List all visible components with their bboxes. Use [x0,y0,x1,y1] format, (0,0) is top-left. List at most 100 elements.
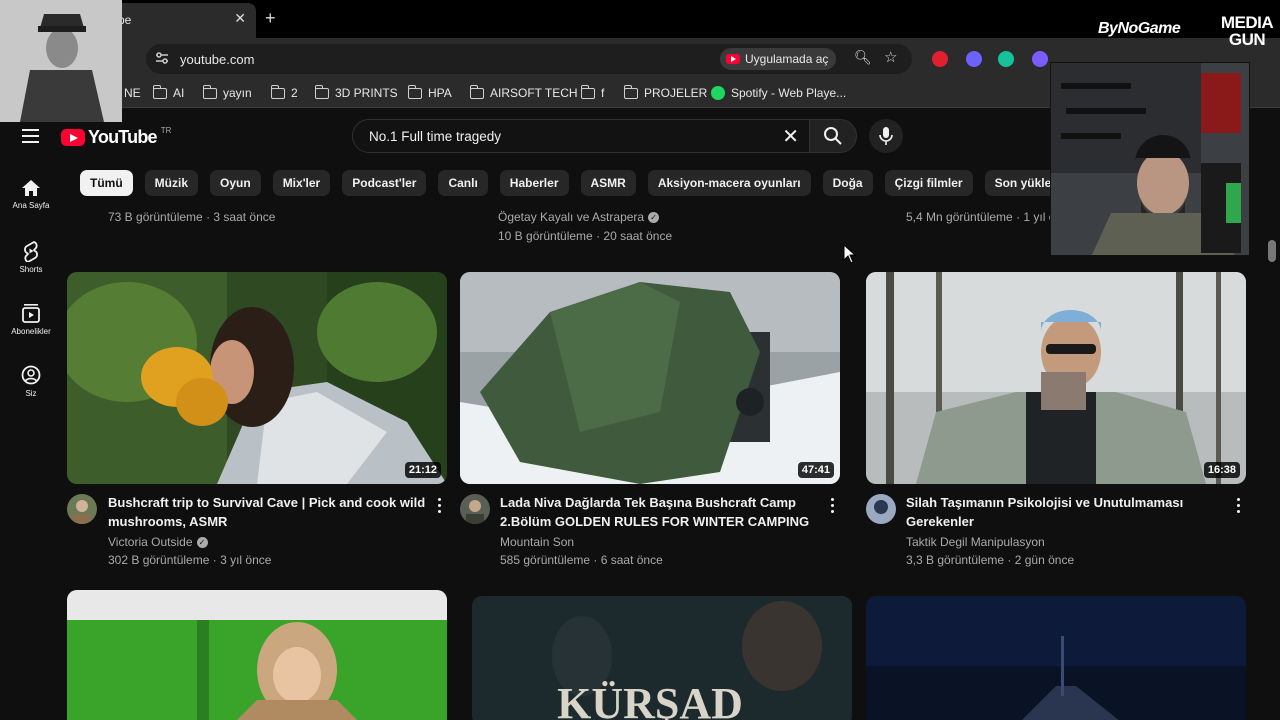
video-thumbnail[interactable]: 16:38 [866,272,1246,484]
bookmark-item[interactable]: NE [124,86,141,100]
brand-logo-bynogame: ByNoGame [1098,20,1181,37]
sidebar-item-you[interactable]: Siz [0,364,62,398]
clear-search-icon[interactable]: ✕ [782,124,799,149]
channel-avatar[interactable] [67,494,97,524]
video-duration: 47:41 [797,462,834,478]
folder-icon [469,84,484,99]
chip-gaming[interactable]: Oyun [210,170,261,196]
channel-avatar[interactable] [866,494,896,524]
folder-icon [152,84,167,99]
bookmark-star-icon[interactable]: ☆ [884,48,897,66]
chip-music[interactable]: Müzik [144,170,199,196]
chip-asmr[interactable]: ASMR [580,170,636,196]
zoom-icon[interactable]: 🔍︎ [854,49,872,66]
bookmark-folder[interactable]: HPA [407,84,452,100]
address-bar[interactable]: youtube.com Uygulamada aç 🔍︎ ☆ [146,44,912,74]
voice-search-button[interactable] [869,119,903,153]
youtube-logo[interactable]: YouTube TR [61,126,172,148]
sidebar-item-shorts[interactable]: Shorts [0,240,62,274]
channel-name[interactable]: Mountain Son [500,535,574,549]
folder-icon [580,84,595,99]
sidebar-label: Siz [25,389,37,398]
channel-name[interactable]: Victoria Outside ✓ [108,535,208,549]
verified-icon: ✓ [196,536,208,548]
prev-video-channel[interactable]: Ögetay Kayalı ve Astrapera ✓ [498,210,660,224]
extension-red-icon[interactable] [932,51,948,67]
thumbnail-image [866,272,1246,484]
video-duration: 16:38 [1203,462,1240,478]
webcam-overlay [1050,62,1250,256]
video-thumbnail[interactable] [866,596,1246,720]
folder-icon [270,84,285,99]
site-settings-icon[interactable] [154,50,170,66]
brand-logo-media-gun: MEDIA GUN [1220,13,1274,49]
video-title[interactable]: Silah Taşımanın Psikolojisi ve Unutulmam… [906,493,1226,531]
grammarly-icon[interactable] [998,51,1014,67]
microphone-icon [879,127,893,145]
bookmark-folder[interactable]: PROJELER [623,84,707,100]
bookmark-folder[interactable]: 2 [270,84,298,100]
more-options-icon[interactable] [438,498,442,516]
video-stats: 585 görüntüleme · 6 saat önce [500,553,663,567]
video-duration: 21:12 [404,462,441,478]
bookmark-folder[interactable]: f [580,84,604,100]
chip-mixes[interactable]: Mix'ler [272,170,331,196]
search-icon [824,127,842,145]
extension-discord-icon[interactable] [1032,51,1048,67]
subscriptions-icon [22,304,40,323]
folder-icon [407,84,422,99]
search-button[interactable] [809,119,857,153]
bookmark-folder[interactable]: AI [152,84,184,100]
video-thumbnail[interactable]: 47:41 [460,272,840,484]
hamburger-menu-icon[interactable] [22,129,39,143]
prev-video-stats: 73 B görüntüleme · 3 saat önce [108,210,276,224]
video-thumbnail[interactable] [67,590,447,720]
home-icon [22,180,40,196]
channel-name[interactable]: Taktik Degil Manipulasyon [906,535,1045,549]
chip-all[interactable]: Tümü [80,170,133,196]
address-url: youtube.com [180,52,255,67]
video-title[interactable]: Lada Niva Dağlarda Tek Başına Bushcraft … [500,493,820,531]
page-scrollbar[interactable] [1268,240,1276,262]
chip-news[interactable]: Haberler [499,170,569,196]
chip-nature[interactable]: Doğa [822,170,873,196]
video-thumbnail[interactable]: 21:12 [67,272,447,484]
portrait-overlay [0,0,122,122]
tab-close-icon[interactable]: ✕ [234,10,246,27]
sidebar-item-subscriptions[interactable]: Abonelikler [0,302,62,336]
more-options-icon[interactable] [1237,498,1241,516]
video-stats: 302 B görüntüleme · 3 yıl önce [108,553,272,567]
youtube-app-icon [726,54,740,64]
extension-purple-icon[interactable] [966,51,982,67]
sidebar-label: Abonelikler [11,327,51,336]
search-query: No.1 Full time tragedy [369,129,502,144]
new-tab-icon[interactable]: + [265,8,276,29]
video-stats: 3,3 B görüntüleme · 2 gün önce [906,553,1075,567]
video-thumbnail[interactable]: KÜRŞAD [472,596,852,720]
spotify-icon [711,86,725,100]
mouse-cursor-icon [843,244,857,264]
bookmark-folder[interactable]: AIRSOFT TECH [469,84,578,100]
channel-avatar[interactable] [460,494,490,524]
thumbnail-image: KÜRŞAD [472,596,852,720]
browser-tab-bar: be ✕ + [0,0,1280,38]
thumbnail-image [67,590,447,720]
bookmark-folder[interactable]: 3D PRINTS [314,84,398,100]
chip-cartoons[interactable]: Çizgi filmler [884,170,973,196]
sidebar-item-home[interactable]: Ana Sayfa [0,178,62,210]
chip-podcasts[interactable]: Podcast'ler [342,170,427,196]
bookmark-folder[interactable]: yayın [202,84,252,100]
sidebar-label: Ana Sayfa [12,201,50,210]
bookmark-spotify[interactable]: Spotify - Web Playe... [711,86,846,100]
folder-icon [623,84,638,99]
country-code: TR [160,126,172,135]
logo-text: YouTube [88,127,158,147]
chip-live[interactable]: Canlı [438,170,488,196]
chip-action-adventure[interactable]: Aksiyon-macera oyunları [647,170,811,196]
filter-chip-bar: Tümü Müzik Oyun Mix'ler Podcast'ler Canl… [80,170,1098,196]
video-title[interactable]: Bushcraft trip to Survival Cave | Pick a… [108,493,428,531]
you-icon [21,365,41,385]
more-options-icon[interactable] [831,498,835,516]
search-input[interactable]: No.1 Full time tragedy ✕ [352,119,810,153]
open-in-app-button[interactable]: Uygulamada aç [720,48,837,70]
